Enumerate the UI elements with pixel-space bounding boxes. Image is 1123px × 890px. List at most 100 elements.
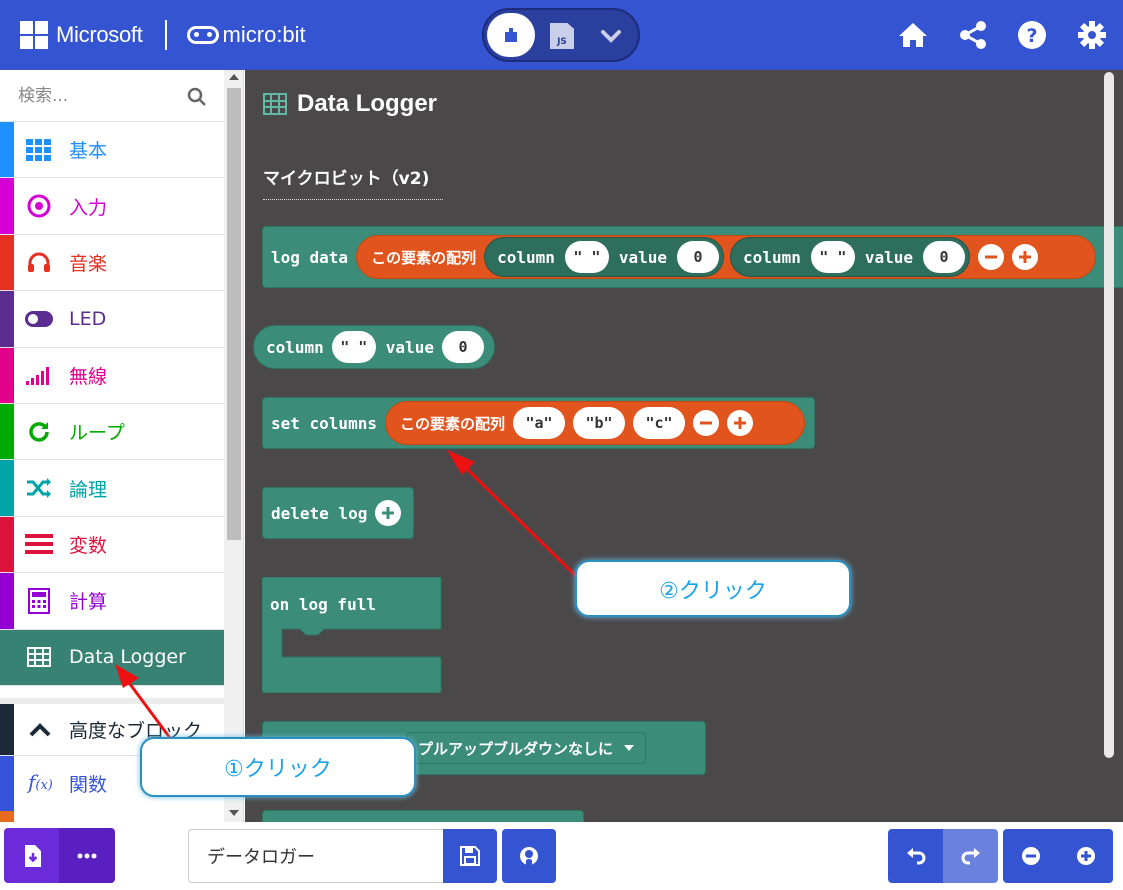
column-c-input[interactable]: "c" [632,407,685,439]
flyout-title: Data Logger [263,90,437,118]
flyout-scrollbar[interactable] [1102,70,1116,822]
category-led[interactable]: LED [0,291,224,348]
search-button[interactable] [184,84,210,110]
more-icon [77,853,97,858]
settings-button[interactable] [1075,18,1109,52]
home-button[interactable] [896,18,930,52]
share-icon [960,21,986,49]
arrow-pointer [447,450,582,582]
zoom-out-button[interactable] [1003,829,1058,883]
value-input[interactable]: 0 [923,241,966,273]
category-loops[interactable]: ループ [0,403,224,461]
category-radio[interactable]: 無線 [0,347,224,404]
function-icon: f(x) [28,770,53,794]
chevron-up-icon [28,722,52,742]
column-name-input[interactable]: " " [810,241,855,273]
category-list: 基本 入力 音楽 LED 無線 ループ 論理 変数 計算 Data Logger [0,122,224,686]
zoom-out-icon [1021,847,1040,865]
column-b-input[interactable]: "b" [572,407,625,439]
category-logic[interactable]: 論理 [0,460,224,517]
toolbox-scrollbar[interactable] [224,70,243,822]
download-icon [24,844,41,867]
pull-mode-dropdown[interactable]: プルアップブルダウンなしに [407,732,647,764]
signal-icon [24,360,54,390]
add-item-button[interactable] [1012,244,1039,270]
toolbox-search [0,70,224,122]
category-color-bar [0,403,14,460]
category-color-bar [0,460,14,516]
redo-button[interactable] [943,829,998,883]
category-math[interactable]: 計算 [0,573,224,630]
category-color-bar [0,629,14,685]
toggle-icon [24,304,54,334]
partial-block[interactable] [262,810,584,822]
category-color-bar [0,704,14,755]
scrollbar-thumb[interactable] [1104,72,1114,758]
value-label: value [385,337,434,357]
product-name: micro:bit [222,22,306,47]
column-value-block[interactable]: column " " value 0 [253,325,495,369]
column-label: column [497,247,555,267]
editor-toggle: JS [482,8,640,62]
flyout-subtitle: マイクロビット（v2) [263,164,443,200]
editor-more-button[interactable] [594,20,628,52]
zoom-in-button[interactable] [1058,829,1113,883]
chevron-down-icon [601,30,621,43]
log-data-block[interactable]: log data この要素の配列 column " " value 0 colu… [262,226,1123,288]
javascript-editor-button[interactable]: JS [546,20,578,52]
column-label: column [743,247,801,267]
add-param-button[interactable] [375,500,402,526]
undo-button[interactable] [888,829,943,883]
scroll-up-icon[interactable] [229,74,239,80]
plus-circle-icon [382,507,395,519]
remove-item-button[interactable] [692,410,719,436]
minus-circle-icon [699,421,712,425]
array-block[interactable]: この要素の配列 column " " value 0 column " " va… [356,235,1097,279]
plus-circle-icon [733,417,746,429]
block-label: delete log [271,503,368,523]
category-basic[interactable]: 基本 [0,122,224,179]
microbit-logo-icon [186,26,219,44]
project-name-input[interactable] [188,829,444,883]
category-color-bar [0,291,14,347]
delete-log-block[interactable]: delete log [262,487,414,539]
value-input[interactable]: 0 [677,241,720,273]
category-input[interactable]: 入力 [0,178,224,235]
remove-item-button[interactable] [978,244,1005,270]
github-button[interactable] [502,829,556,883]
brand[interactable]: Microsoft micro:bit [20,18,306,52]
category-label: ループ [69,422,125,445]
download-button[interactable] [4,828,59,883]
block-label: log data [271,247,349,267]
redo-icon [961,848,980,865]
on-log-full-block[interactable]: on log full [262,577,442,693]
category-label: 論理 [69,478,108,501]
column-name-input[interactable]: " " [331,331,376,363]
save-button[interactable] [443,829,497,883]
dropdown-arrow-icon [624,745,635,751]
column-a-input[interactable]: "a" [512,407,565,439]
scroll-down-icon[interactable] [229,810,239,816]
value-input[interactable]: 0 [441,331,484,363]
scrollbar-thumb[interactable] [227,88,241,540]
column-name-input[interactable]: " " [564,241,609,273]
bottom-toolbar [0,822,1123,890]
category-variables[interactable]: 変数 [0,516,224,574]
add-item-button[interactable] [726,410,753,436]
more-options-button[interactable] [59,828,115,883]
share-button[interactable] [956,18,990,52]
column-label: column [266,337,324,357]
column-value-block[interactable]: column " " value 0 [484,237,725,277]
category-music[interactable]: 音楽 [0,234,224,292]
calculator-icon [24,586,54,616]
blocks-editor-button[interactable] [487,13,535,57]
help-button[interactable]: ? [1015,18,1049,52]
category-color-bar [0,122,14,178]
help-icon: ? [1018,21,1046,49]
column-value-block[interactable]: column " " value 0 [730,237,971,277]
array-block[interactable]: この要素の配列 "a" "b" "c" [384,401,805,445]
callout-second-click: ②クリック [575,560,851,617]
category-label: 計算 [69,591,108,614]
search-input[interactable] [18,82,178,110]
home-icon [899,23,927,47]
